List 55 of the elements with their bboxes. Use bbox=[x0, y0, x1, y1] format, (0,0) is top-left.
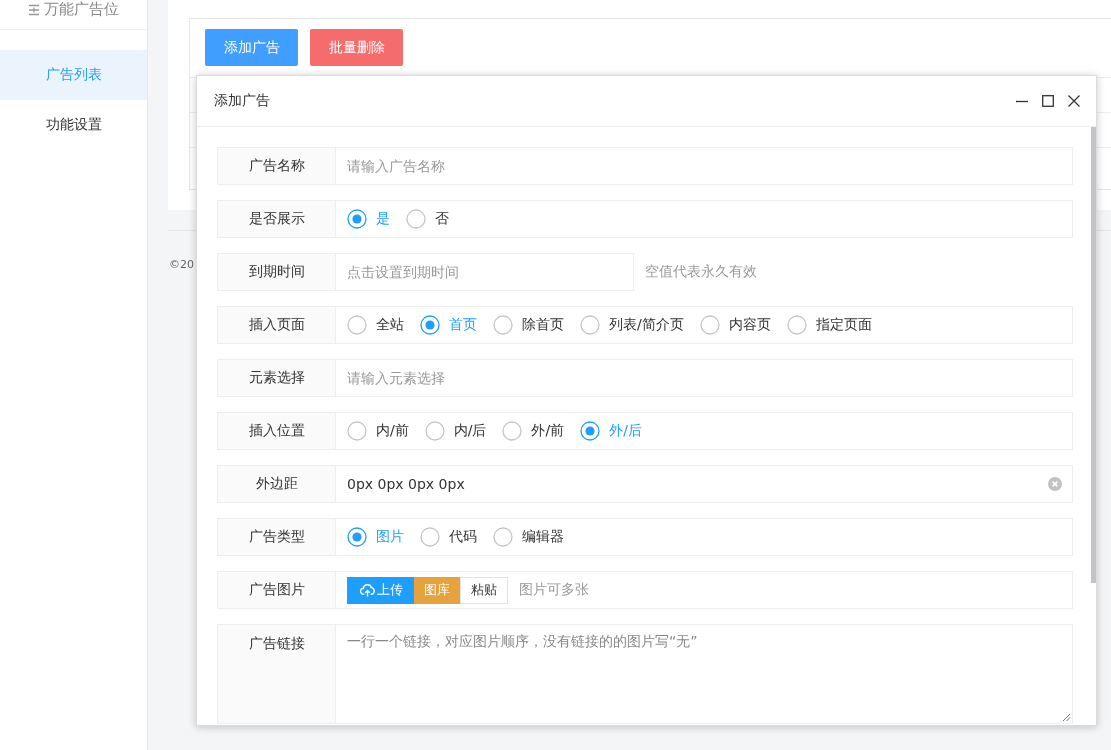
radio-icon[interactable] bbox=[347, 527, 367, 547]
scrollbar-thumb[interactable] bbox=[1091, 127, 1096, 583]
radio-icon[interactable] bbox=[580, 421, 601, 441]
copyright-text: ©20 bbox=[169, 258, 194, 271]
field-label: 外边距 bbox=[217, 465, 336, 503]
date-input[interactable]: 点击设置到期时间 bbox=[335, 253, 634, 291]
sidebar-item[interactable]: 功能设置 bbox=[0, 100, 147, 150]
paste-button[interactable]: 粘贴 bbox=[460, 576, 508, 604]
radio-icon[interactable] bbox=[406, 209, 426, 229]
radio-option[interactable]: 除首页 bbox=[493, 315, 564, 335]
radio-option[interactable]: 内/后 bbox=[424, 421, 487, 441]
radio-option[interactable]: 列表/简介页 bbox=[580, 315, 684, 335]
radio-option[interactable]: 编辑器 bbox=[493, 527, 564, 547]
radio-option[interactable]: 否 bbox=[406, 209, 449, 229]
radio-option[interactable]: 指定页面 bbox=[786, 315, 872, 335]
radio-icon[interactable] bbox=[347, 315, 367, 335]
field-label: 广告图片 bbox=[217, 571, 336, 609]
radio-icon[interactable] bbox=[420, 527, 440, 547]
radio-option[interactable]: 内容页 bbox=[699, 315, 771, 335]
field-label: 插入页面 bbox=[217, 306, 336, 344]
text-input[interactable]: 0px 0px 0px 0px bbox=[335, 465, 1073, 503]
radio-option[interactable]: 全站 bbox=[347, 315, 404, 335]
dialog-title: 添加广告 bbox=[214, 92, 270, 110]
radio-icon[interactable] bbox=[493, 315, 513, 335]
radio-icon[interactable] bbox=[699, 315, 720, 335]
radio-option[interactable]: 外/前 bbox=[502, 421, 565, 441]
cloud-upload-icon bbox=[360, 582, 375, 598]
field-label: 广告类型 bbox=[217, 518, 336, 556]
field-label: 到期时间 bbox=[217, 253, 336, 291]
radio-option[interactable]: 内/前 bbox=[347, 421, 409, 441]
resize-handle-icon[interactable] bbox=[1061, 712, 1071, 722]
radio-icon[interactable] bbox=[580, 315, 600, 335]
radio-icon[interactable] bbox=[424, 421, 445, 441]
radio-icon[interactable] bbox=[493, 527, 513, 547]
field-label: 插入位置 bbox=[217, 412, 336, 450]
field-label: 广告链接 bbox=[217, 624, 336, 724]
clear-icon[interactable] bbox=[1048, 477, 1062, 491]
hint-text: 图片可多张 bbox=[519, 581, 589, 599]
sidebar-title: 万能广告位 bbox=[44, 0, 119, 18]
radio-option[interactable]: 代码 bbox=[420, 527, 477, 547]
radio-icon[interactable] bbox=[502, 421, 523, 441]
radio-icon[interactable] bbox=[420, 315, 440, 335]
textarea-field[interactable]: 一行一个链接，对应图片顺序，没有链接的的图片写“无” bbox=[335, 624, 1073, 724]
close-icon[interactable] bbox=[1068, 95, 1080, 107]
hint-text: 空值代表永久有效 bbox=[645, 263, 757, 281]
menu-icon[interactable] bbox=[28, 4, 40, 16]
field-label: 元素选择 bbox=[217, 359, 336, 397]
field-label: 是否展示 bbox=[217, 200, 336, 238]
radio-icon[interactable] bbox=[347, 209, 367, 229]
radio-icon[interactable] bbox=[786, 315, 807, 335]
text-input[interactable]: 请输入元素选择 bbox=[335, 359, 1073, 397]
radio-icon[interactable] bbox=[347, 421, 367, 441]
maximize-icon[interactable] bbox=[1042, 95, 1054, 107]
field-label: 广告名称 bbox=[217, 147, 336, 185]
text-input[interactable]: 请输入广告名称 bbox=[335, 147, 1073, 185]
